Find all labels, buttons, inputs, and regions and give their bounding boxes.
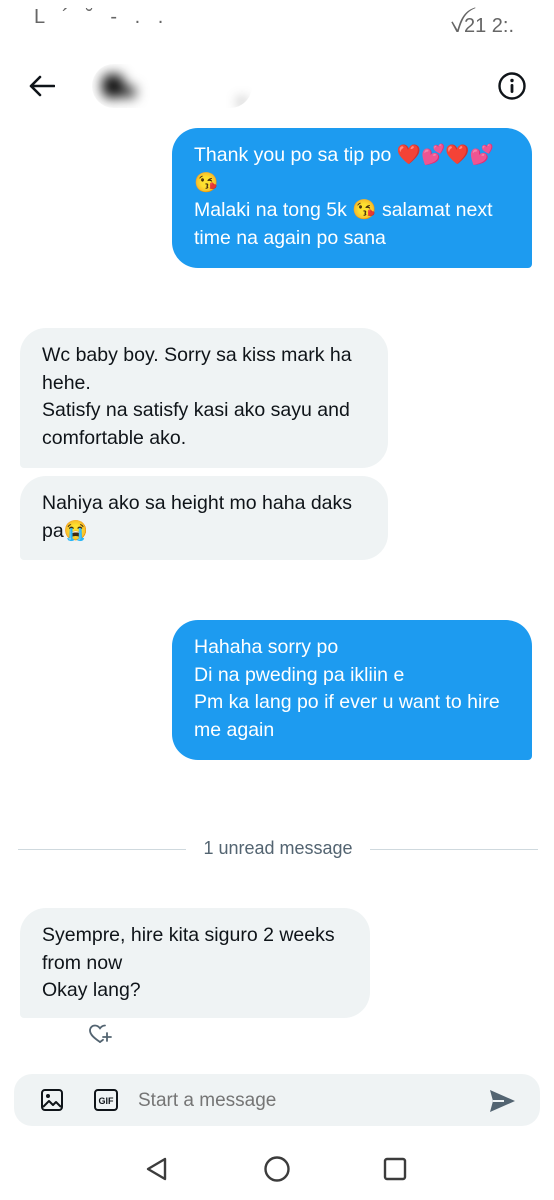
message-text-line: hehe. xyxy=(42,371,91,394)
square-recents-icon xyxy=(383,1157,407,1181)
send-button[interactable] xyxy=(488,1088,516,1114)
message-input[interactable] xyxy=(138,1086,468,1116)
message-text-line: Wc baby boy. Sorry sa kiss mark ha xyxy=(42,344,352,366)
message-composer: GIF xyxy=(14,1074,540,1126)
nav-home-button[interactable] xyxy=(262,1154,292,1184)
message-text-line: comfortable ako. xyxy=(42,426,187,449)
nav-recents-button[interactable] xyxy=(380,1154,410,1184)
system-navigation-bar xyxy=(0,1140,554,1200)
circle-home-icon xyxy=(264,1156,290,1182)
message-bubble-incoming[interactable]: Nahiya ako sa height mo haha daks pa😭 xyxy=(20,476,388,560)
message-text-line: Nahiya ako sa height mo haha daks xyxy=(42,492,353,514)
conversation-header xyxy=(0,48,554,124)
arrow-left-icon xyxy=(29,75,55,97)
status-bar-right: ꪜ21 2:. xyxy=(450,15,514,37)
contact-name-redacted[interactable] xyxy=(92,64,252,108)
add-reaction-button[interactable] xyxy=(88,1022,112,1046)
info-circle-icon xyxy=(498,72,526,100)
nav-back-button[interactable] xyxy=(142,1154,172,1184)
message-bubble-incoming[interactable]: Wc baby boy. Sorry sa kiss mark ha hehe.… xyxy=(20,328,388,468)
gif-icon-label: GIF xyxy=(99,1096,115,1106)
message-bubble-incoming[interactable]: Syempre, hire kita siguro 2 weeks from n… xyxy=(20,908,370,1018)
message-text-line: Hahaha sorry po xyxy=(194,636,339,658)
redaction-blur xyxy=(102,74,245,105)
message-text-line: Malaki na tong 5k 😘 salamat next xyxy=(194,199,493,221)
message-bubble-outgoing[interactable]: Hahaha sorry po Di na pweding pa ikliin … xyxy=(172,620,532,760)
heart-plus-icon xyxy=(89,1024,112,1043)
message-text-line: Thank you po sa tip po ❤️💕❤️💕 xyxy=(194,144,494,166)
status-bar: L ´ ˘ - . . ꪜ21 2:. xyxy=(0,0,554,37)
unread-divider: 1 unread message xyxy=(18,836,538,862)
unread-divider-label: 1 unread message xyxy=(203,838,353,858)
message-bubble-outgoing[interactable]: Thank you po sa tip po ❤️💕❤️💕 😘 Malaki n… xyxy=(172,128,532,268)
triangle-back-icon xyxy=(146,1157,167,1181)
image-icon xyxy=(41,1089,63,1111)
status-bar-left: L ´ ˘ - . . xyxy=(34,6,170,28)
message-text-line: Syempre, hire kita siguro 2 weeks xyxy=(42,924,335,946)
message-text-line: Satisfy na satisfy kasi ako sayu and xyxy=(42,399,350,421)
add-gif-button[interactable]: GIF xyxy=(94,1089,118,1111)
back-button[interactable] xyxy=(22,66,62,106)
message-text-line: me again xyxy=(194,718,275,741)
add-photo-button[interactable] xyxy=(40,1088,64,1112)
message-text-line: time na again po sana xyxy=(194,226,386,249)
message-text-line: Pm ka lang po if ever u want to hire xyxy=(194,691,500,713)
send-icon xyxy=(490,1090,515,1112)
message-text-line: from now xyxy=(42,951,123,974)
gif-icon: GIF xyxy=(94,1089,118,1111)
conversation-info-button[interactable] xyxy=(496,70,528,102)
message-text-line: Okay lang? xyxy=(42,979,141,1001)
message-text-line: pa😭 xyxy=(42,519,88,542)
message-text-line: 😘 xyxy=(194,171,219,194)
message-text-line: Di na pweding pa ikliin e xyxy=(194,663,405,686)
